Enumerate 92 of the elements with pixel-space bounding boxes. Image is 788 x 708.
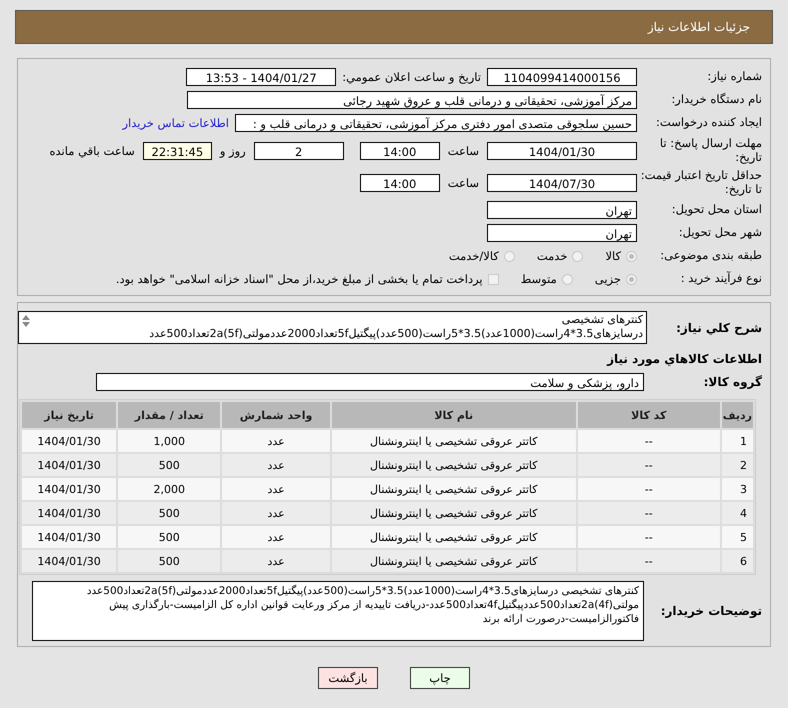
- radio-button[interactable]: [626, 274, 637, 284]
- time-label: ساعت: [448, 144, 479, 158]
- field-label: نام دستگاه خریدار:: [670, 93, 762, 107]
- radio-label: خدمت: [536, 249, 568, 263]
- validity-time-field: 14:00: [360, 174, 440, 192]
- page-title: جزئیات اطلاعات نیاز: [648, 20, 750, 34]
- radio-button[interactable]: [572, 250, 584, 262]
- table-cell: عدد: [222, 454, 330, 476]
- table-cell: عدد: [222, 478, 330, 500]
- field-label: ایجاد کننده درخواست:: [655, 116, 762, 130]
- field-label: استان محل تحویل:: [670, 203, 762, 217]
- radio-label: متوسط: [520, 272, 557, 286]
- table-cell: 500: [118, 502, 220, 524]
- field-label: حداقل تاریخ اعتبار قیمت: تا تاریخ:: [640, 169, 762, 196]
- table-cell: 1404/01/30: [22, 550, 116, 572]
- print-button[interactable]: چاپ: [410, 667, 470, 689]
- need-number-field: 1104099414000156: [487, 68, 637, 86]
- time-label: ساعت: [448, 176, 479, 190]
- field-label: مهلت ارسال پاسخ: تا تاریخ:: [658, 137, 762, 164]
- field-label: گروه کالا:: [702, 375, 762, 389]
- table-cell: --: [578, 550, 720, 572]
- deadline-date-field: 1404/01/30: [487, 142, 637, 160]
- remaining-label: ساعت باقي مانده: [50, 144, 135, 158]
- deadline-time-field: 14:00: [360, 142, 440, 160]
- table-cell: 2,000: [118, 478, 220, 500]
- radio-label: کالا: [605, 249, 621, 263]
- radio-button[interactable]: [504, 250, 515, 262]
- table-cell: 1404/01/30: [22, 454, 116, 476]
- table-cell: کاتتر عروقی تشخیصی یا اینترونشنال: [332, 454, 576, 476]
- buyer-org-field: مرکز آموزشی، تحقیقاتی و درمانی قلب و عروق شهید رجائی: [187, 91, 637, 109]
- table-cell: 500: [118, 550, 220, 572]
- table-cell: کاتتر عروقی تشخیصی یا اینترونشنال: [332, 430, 576, 452]
- radio-button[interactable]: [562, 274, 573, 284]
- scroll-arrows-icon[interactable]: [21, 314, 31, 328]
- table-cell: 1404/01/30: [22, 526, 116, 548]
- table-cell: 500: [118, 526, 220, 548]
- table-cell: عدد: [222, 502, 330, 524]
- checkbox-label: پرداخت تمام یا بخشی از مبلغ خرید،از محل "اسناد خزانه اسلامی" خواهد بود.: [116, 272, 483, 286]
- table-cell: عدد: [222, 550, 330, 572]
- days-label: روز و: [220, 144, 246, 158]
- table-cell: کاتتر عروقی تشخیصی یا اینترونشنال: [332, 478, 576, 500]
- field-label: توضیحات خریدار:: [660, 604, 762, 618]
- table-cell: 2: [722, 454, 753, 476]
- goods-group-field: دارو، پزشکی و سلامت: [96, 373, 644, 391]
- table-cell: 5: [722, 526, 753, 548]
- table-cell: 3: [722, 478, 753, 500]
- field-label: تاریخ و ساعت اعلان عمومي:: [342, 70, 481, 84]
- field-label: شرح کلي نياز:: [675, 320, 762, 334]
- column-header: تعداد / مقدار: [118, 402, 220, 428]
- buyer-notes-field[interactable]: کنترهای تشخیصی درسایزهای3.5*4راست(1000عدد)3.5*5راست(500عدد)پیگتیل5fتعداد2000عددمولتی2a(5f)تعداد500عدد مولتی2a(4f)تعداد500عددپیگتیل4fتعداد500عدد-دریافت تاییدیه از مرکز ورعایت قوانین اداره کل الزامیست-بارگذاری پیش فاکتورالزامیست-درصورت ارائه برند: [32, 581, 644, 641]
- field-label: نوع فرآیند خرید :: [680, 272, 762, 286]
- description-field[interactable]: کنترهای تشخیصی درسایزهای3.5*4راست(1000عدد)3.5*5راست(500عدد)پیگتیل5fتعداد2000عددمولتی2a(5f)تعداد500عدد: [18, 311, 647, 344]
- field-label: طبقه بندی موضوعی:: [659, 249, 762, 263]
- city-field: تهران: [487, 224, 637, 242]
- creator-field: حسین سلجوقی متصدی امور دفتری مرکز آموزشی، تحقیقاتی و درمانی قلب و :: [235, 114, 637, 132]
- back-button[interactable]: بازگشت: [318, 667, 378, 689]
- table-cell: 6: [722, 550, 753, 572]
- table-cell: 1: [722, 430, 753, 452]
- table-cell: عدد: [222, 430, 330, 452]
- table-cell: 500: [118, 454, 220, 476]
- radio-label: کالا/خدمت: [448, 249, 499, 263]
- table-cell: عدد: [222, 526, 330, 548]
- table-cell: 1404/01/30: [22, 478, 116, 500]
- column-header: نام کالا: [332, 402, 576, 428]
- table-cell: --: [578, 454, 720, 476]
- table-cell: 1404/01/30: [22, 502, 116, 524]
- buyer-contact-link[interactable]: اطلاعات تماس خریدار: [122, 116, 229, 130]
- table-cell: کاتتر عروقی تشخیصی یا اینترونشنال: [332, 502, 576, 524]
- field-label: شهر محل تحویل:: [678, 226, 762, 240]
- table-cell: --: [578, 430, 720, 452]
- column-header: ردیف: [722, 402, 753, 428]
- province-field: تهران: [487, 201, 637, 219]
- days-field: 2: [254, 142, 344, 160]
- checkbox[interactable]: [488, 274, 499, 284]
- table-cell: 4: [722, 502, 753, 524]
- table-cell: کاتتر عروقی تشخیصی یا اینترونشنال: [332, 526, 576, 548]
- remaining-time-field: 22:31:45: [142, 142, 212, 160]
- column-header: تاریخ نیاز: [22, 402, 116, 428]
- announce-date-field: 1404/01/27 - 13:53: [186, 68, 336, 86]
- radio-button[interactable]: [626, 250, 637, 262]
- section-title: اطلاعات کالاهاي مورد نياز: [607, 352, 762, 366]
- validity-date-field: 1404/07/30: [487, 174, 637, 192]
- table-cell: 1,000: [118, 430, 220, 452]
- table-cell: --: [578, 502, 720, 524]
- column-header: واحد شمارش: [222, 402, 330, 428]
- field-label: شماره نیاز:: [706, 70, 762, 84]
- table-cell: --: [578, 526, 720, 548]
- radio-label: جزیی: [594, 272, 621, 286]
- table-cell: --: [578, 478, 720, 500]
- table-cell: 1404/01/30: [22, 430, 116, 452]
- column-header: کد کالا: [578, 402, 720, 428]
- table-cell: کاتتر عروقی تشخیصی یا اینترونشنال: [332, 550, 576, 572]
